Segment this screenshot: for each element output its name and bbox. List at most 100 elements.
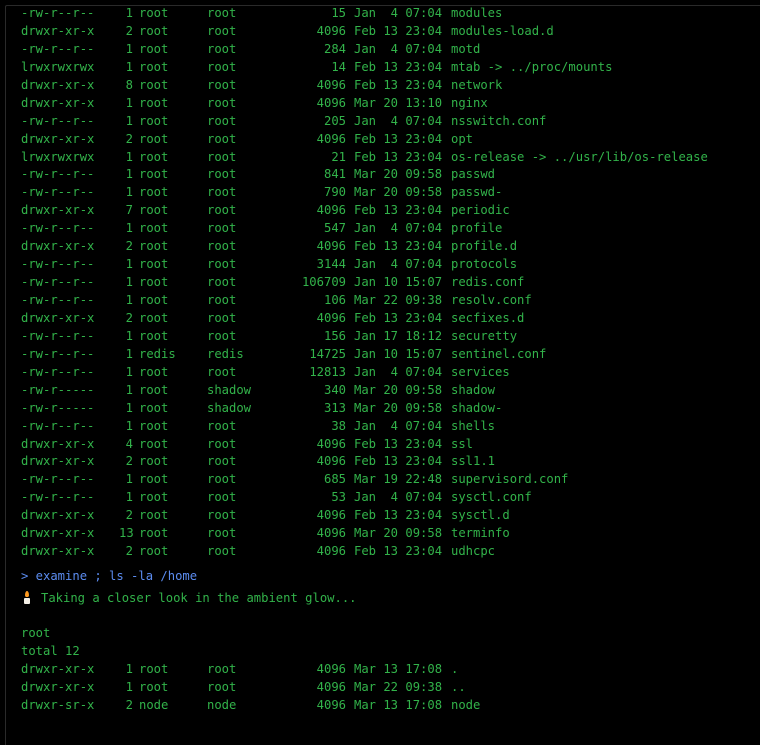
file-date: Mar 20 09:58 xyxy=(354,167,443,182)
file-group: root xyxy=(207,77,237,92)
link-count: 2 xyxy=(125,131,133,146)
listing-row: drwxr-xr-x 1 root root 4096 Mar 22 09:38.. xyxy=(21,679,760,697)
file-name: ssl xyxy=(451,436,474,451)
file-permissions: -rw-r--r-- xyxy=(21,6,95,20)
listing-row: drwxr-xr-x 2 root root 4096 Feb 13 23:04 profi… xyxy=(21,238,760,256)
file-size: 4096 xyxy=(316,23,346,38)
file-date: Jan 4 07:04 xyxy=(354,257,443,272)
file-permissions: lrwxrwxrwx xyxy=(21,149,95,164)
link-count: 1 xyxy=(125,113,133,128)
file-owner: root xyxy=(139,113,169,128)
file-name: udhcpc xyxy=(451,544,496,559)
listing-row: -rw-r--r-- 1 root root 156 Jan 17 18:12 secure… xyxy=(21,328,760,346)
file-group: root xyxy=(207,203,237,218)
file-date: Mar 20 09:58 xyxy=(354,185,443,200)
link-count: 1 xyxy=(125,661,133,676)
file-size: 21 xyxy=(331,149,346,164)
file-group: root xyxy=(207,293,237,307)
file-owner: root xyxy=(139,221,169,236)
file-size: 4096 xyxy=(316,661,346,676)
listing-row: -rw-r--r-- 1 root root 284 Jan 4 07:04 motd xyxy=(21,41,760,59)
file-size: 15 xyxy=(331,6,346,20)
file-group: root xyxy=(207,149,237,164)
file-date: Feb 13 23:04 xyxy=(354,131,443,146)
file-date: Mar 13 17:08 xyxy=(354,661,443,676)
file-permissions: drwxr-xr-x xyxy=(21,77,95,92)
file-group: shadow xyxy=(207,382,252,397)
file-owner: root xyxy=(139,382,169,397)
link-count: 7 xyxy=(125,203,133,218)
file-permissions: drwxr-xr-x xyxy=(21,526,95,541)
file-owner: root xyxy=(139,23,169,38)
file-name: passwd- xyxy=(451,185,503,200)
link-count: 1 xyxy=(125,490,133,505)
file-group: root xyxy=(207,275,237,290)
link-count: 1 xyxy=(125,293,133,307)
file-group: root xyxy=(207,472,237,487)
link-count: 1 xyxy=(125,149,133,164)
listing-row: drwxr-xr-x 7 root root 4096 Feb 13 23:04 perio… xyxy=(21,202,760,220)
listing-row: drwxr-xr-x 13 root root 4096 Mar 20 09:58 term… xyxy=(21,525,760,543)
file-name: network xyxy=(451,77,503,92)
file-name: periodic xyxy=(451,203,510,218)
listing-row: drwxr-xr-x 2 root root 4096 Feb 13 23:04 ssl1.… xyxy=(21,453,760,471)
file-owner: root xyxy=(139,131,169,146)
file-owner: root xyxy=(139,526,169,541)
link-count: 1 xyxy=(125,679,133,694)
file-name: terminfo xyxy=(451,526,510,541)
file-owner: root xyxy=(139,472,169,487)
file-date: Feb 13 23:04 xyxy=(354,23,443,38)
file-size: 340 xyxy=(323,382,346,397)
file-size: 53 xyxy=(331,490,346,505)
file-date: Mar 20 09:58 xyxy=(354,382,443,397)
file-size: 284 xyxy=(323,41,346,56)
file-name: . xyxy=(451,661,459,676)
home-directory-listing: drwxr-xr-x 1 root root 4096 Mar 13 17:08. drwx… xyxy=(21,661,760,715)
file-date: Feb 13 23:04 xyxy=(354,508,443,523)
file-owner: root xyxy=(139,95,169,110)
file-group: root xyxy=(207,221,237,236)
terminal-window[interactable]: -rw-r--r-- 1 root root 15 Jan 4 07:04 modules d… xyxy=(5,5,760,745)
file-group: root xyxy=(207,679,237,694)
file-size: 4096 xyxy=(316,544,346,559)
file-permissions: drwxr-xr-x xyxy=(21,436,95,451)
file-owner: root xyxy=(139,275,169,290)
file-permissions: drwxr-xr-x xyxy=(21,23,95,38)
link-count: 1 xyxy=(125,275,133,290)
listing-row: -rw-r--r-- 1 root root 106 Mar 22 09:38 resolv… xyxy=(21,292,760,310)
file-owner: root xyxy=(139,77,169,92)
file-group: root xyxy=(207,490,237,505)
file-owner: root xyxy=(139,6,169,20)
listing-row: -rw-r----- 1 root shadow 340 Mar 20 09:58 shad… xyxy=(21,382,760,400)
file-permissions: -rw-r--r-- xyxy=(21,418,95,433)
listing-row: -rw-r--r-- 1 root root 205 Jan 4 07:04 nsswitc… xyxy=(21,113,760,131)
link-count: 1 xyxy=(125,59,133,74)
file-permissions: -rw-r----- xyxy=(21,400,95,415)
file-group: shadow xyxy=(207,400,252,415)
output-total: total 12 xyxy=(21,644,80,658)
link-count: 1 xyxy=(125,328,133,343)
file-group: root xyxy=(207,113,237,128)
listing-row: drwxr-xr-x 2 root root 4096 Feb 13 23:04 udhcp… xyxy=(21,543,760,561)
link-count: 4 xyxy=(125,436,133,451)
file-permissions: drwxr-xr-x xyxy=(21,95,95,110)
listing-row: -rw-r--r-- 1 root root 685 Mar 19 22:48 superv… xyxy=(21,471,760,489)
file-date: Mar 20 13:10 xyxy=(354,95,443,110)
listing-row: -rw-r--r-- 1 root root 547 Jan 4 07:04 profile xyxy=(21,220,760,238)
file-owner: root xyxy=(139,679,169,694)
file-group: root xyxy=(207,257,237,272)
file-group: root xyxy=(207,23,237,38)
file-size: 14725 xyxy=(309,346,346,361)
listing-row: drwxr-xr-x 2 root root 4096 Feb 13 23:04 modul… xyxy=(21,23,760,41)
link-count: 1 xyxy=(125,400,133,415)
file-size: 106 xyxy=(323,293,346,307)
file-group: root xyxy=(207,185,237,200)
file-owner: root xyxy=(139,454,169,469)
file-name: motd xyxy=(451,41,481,56)
file-group: root xyxy=(207,508,237,523)
file-permissions: drwxr-xr-x xyxy=(21,131,95,146)
file-size: 4096 xyxy=(316,203,346,218)
file-date: Feb 13 23:04 xyxy=(354,544,443,559)
file-name: securetty xyxy=(451,328,518,343)
file-group: root xyxy=(207,6,237,20)
